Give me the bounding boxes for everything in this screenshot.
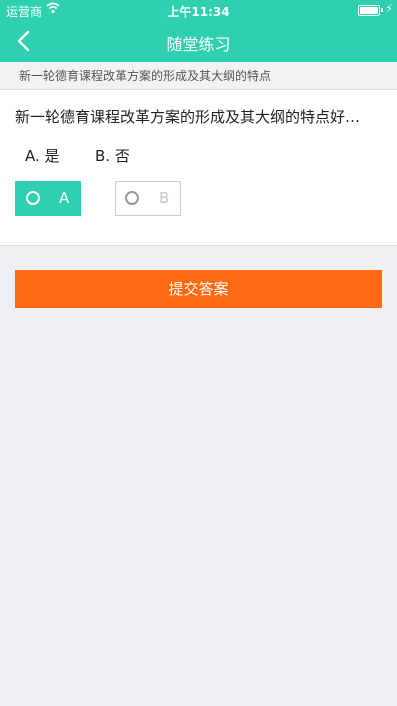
battery-icon (358, 5, 380, 16)
choice-a-button[interactable]: A (15, 181, 81, 216)
page-title: 随堂练习 (166, 35, 231, 54)
submit-answer-button[interactable]: 提交答案 (15, 270, 382, 308)
status-time: 上午11:34 (167, 5, 230, 19)
battery-cap (381, 8, 383, 12)
option-a-label: 是 (44, 147, 60, 165)
option-b: B. 否 (95, 145, 130, 166)
charging-icon: ⚡ (385, 2, 393, 15)
top-bar: 运营商 上午11:34 ⚡ 随堂练习 (0, 0, 397, 62)
choice-b-button[interactable]: B (115, 181, 181, 216)
choice-a-label: A (59, 189, 70, 207)
option-a-key: A. (25, 147, 40, 165)
question-card: 新一轮德育课程改革方案的形成及其大纲的特点好… A. 是 B. 否 A B (0, 90, 397, 246)
radio-icon (26, 191, 40, 205)
option-b-label: 否 (114, 147, 130, 165)
option-b-key: B. (95, 147, 111, 165)
nav-bar: 随堂练习 (0, 20, 397, 62)
status-bar: 运营商 上午11:34 ⚡ (0, 0, 397, 20)
choice-b-label: B (159, 189, 170, 207)
option-a: A. 是 (25, 145, 60, 166)
course-subheader: 新一轮德育课程改革方案的形成及其大纲的特点 (0, 62, 397, 90)
question-text: 新一轮德育课程改革方案的形成及其大纲的特点好… (15, 108, 361, 126)
radio-icon (125, 191, 139, 205)
